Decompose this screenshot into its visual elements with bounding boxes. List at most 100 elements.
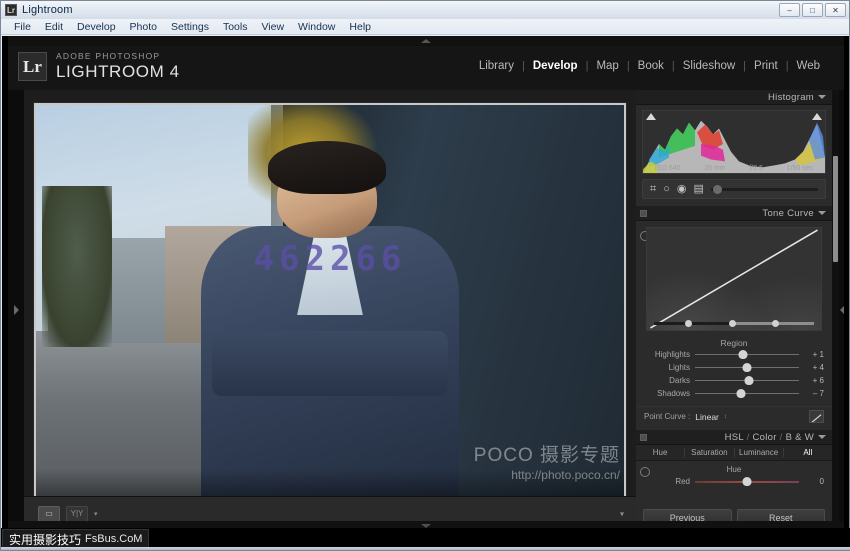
hsl-tab-hue[interactable]: Hue: [636, 448, 684, 457]
histogram-curve: [643, 111, 825, 173]
slider-track[interactable]: [695, 393, 799, 394]
slider-label: Lights: [644, 363, 690, 372]
slider-lights[interactable]: Lights + 4: [636, 361, 832, 374]
histogram-graph[interactable]: ISO 640 35 mm f/2.5 1/50 sec: [642, 110, 826, 174]
module-slideshow[interactable]: Slideshow: [675, 60, 743, 72]
scrollbar-thumb[interactable]: [833, 156, 838, 262]
menu-settings[interactable]: Settings: [164, 19, 216, 35]
module-develop[interactable]: Develop: [525, 60, 586, 72]
slider-shadows[interactable]: Shadows – 7: [636, 387, 832, 400]
splitter-highlights[interactable]: [772, 320, 779, 327]
module-print[interactable]: Print: [746, 60, 786, 72]
slider-knob[interactable]: [738, 350, 747, 359]
screen: Lr Lightroom – □ ✕ File Edit Develop Pho…: [0, 0, 850, 551]
module-web[interactable]: Web: [789, 60, 828, 72]
shadow-clipping-icon[interactable]: [646, 113, 656, 120]
hsl-tab-saturation[interactable]: Saturation: [684, 448, 733, 457]
point-curve-value[interactable]: Linear: [695, 412, 719, 422]
menu-tools[interactable]: Tools: [216, 19, 255, 35]
splitter-shadows[interactable]: [685, 320, 692, 327]
chevron-down-icon[interactable]: [818, 95, 826, 99]
window-title: Lightroom: [22, 4, 73, 16]
edit-point-curve-icon[interactable]: [809, 410, 824, 423]
splitter-midtones[interactable]: [729, 320, 736, 327]
module-book[interactable]: Book: [630, 60, 672, 72]
point-curve-dropdown-icon[interactable]: ↕: [724, 414, 727, 420]
crop-overlay-icon[interactable]: ⌗: [650, 184, 656, 195]
slider-track[interactable]: [695, 367, 799, 368]
toolbar-overflow-icon[interactable]: ▾: [620, 509, 624, 518]
chevron-down-icon[interactable]: [818, 211, 826, 215]
slider-value: – 7: [804, 389, 824, 398]
histogram-panel-header[interactable]: Histogram: [636, 90, 832, 105]
panel-switch-icon[interactable]: [640, 210, 647, 217]
menu-develop[interactable]: Develop: [70, 19, 123, 35]
top-panel-collapse[interactable]: [8, 36, 844, 46]
menu-view[interactable]: View: [254, 19, 291, 35]
panel-switch-icon[interactable]: [640, 434, 647, 441]
exif-iso: ISO 640: [655, 165, 681, 172]
slider-track[interactable]: [695, 354, 799, 355]
graduated-filter-icon[interactable]: ▤: [693, 184, 703, 195]
menu-window[interactable]: Window: [291, 19, 342, 35]
taskbar-item-label-en: FsBus.CoM: [85, 533, 142, 545]
hsl-panel-title: HSL / Color / B & W: [725, 432, 814, 443]
slider-knob[interactable]: [745, 376, 754, 385]
close-button[interactable]: ✕: [825, 3, 846, 17]
red-eye-icon[interactable]: ◉: [677, 184, 687, 195]
menu-edit[interactable]: Edit: [38, 19, 70, 35]
photo-frame: 462266 POCO 摄影专题 http://photo.poco.cn/: [34, 103, 626, 511]
menu-help[interactable]: Help: [342, 19, 378, 35]
module-library[interactable]: Library: [471, 60, 522, 72]
compare-view-icon[interactable]: Y|Y: [66, 506, 88, 522]
slider-highlights[interactable]: Highlights + 1: [636, 348, 832, 361]
hsl-body: Hue Red 0: [636, 461, 832, 488]
menu-file[interactable]: File: [7, 19, 38, 35]
slider-knob[interactable]: [743, 477, 752, 486]
slider-track[interactable]: [695, 481, 799, 483]
tool-size-slider[interactable]: [711, 188, 818, 191]
menu-photo[interactable]: Photo: [123, 19, 164, 35]
lightroom-badge-icon: Lr: [18, 52, 47, 81]
tone-curve-panel-header[interactable]: Tone Curve: [636, 206, 832, 221]
tone-curve-graph[interactable]: [646, 227, 822, 331]
highlight-clipping-icon[interactable]: [812, 113, 822, 120]
hsl-label[interactable]: HSL: [725, 432, 744, 443]
point-curve-row[interactable]: Point Curve : Linear ↕: [636, 406, 832, 426]
chevron-down-icon[interactable]: [818, 435, 826, 439]
image-canvas[interactable]: 462266 POCO 摄影专题 http://photo.poco.cn/: [24, 90, 636, 530]
maximize-button[interactable]: □: [802, 3, 823, 17]
bw-label[interactable]: B & W: [786, 432, 814, 443]
slider-darks[interactable]: Darks + 6: [636, 374, 832, 387]
module-map[interactable]: Map: [588, 60, 626, 72]
right-panel-collapse[interactable]: [839, 90, 844, 530]
lightroom-frame: Lr ADOBE PHOTOSHOP LIGHTROOM 4 Library |…: [8, 36, 844, 530]
hsl-panel-header[interactable]: HSL / Color / B & W: [636, 430, 832, 445]
hsl-tab-luminance[interactable]: Luminance: [734, 448, 783, 457]
hsl-slider-red[interactable]: Red 0: [636, 475, 832, 488]
point-curve-label: Point Curve :: [644, 412, 690, 421]
chevron-down-icon: [421, 524, 431, 528]
exif-shutter-speed: 1/50 sec: [787, 165, 813, 172]
slider-knob[interactable]: [736, 389, 745, 398]
target-adjustment-icon[interactable]: [640, 467, 650, 477]
taskbar-item[interactable]: 实用摄影技巧 FsBus.CoM: [2, 529, 149, 549]
identity-plate-bar: Lr ADOBE PHOTOSHOP LIGHTROOM 4 Library |…: [8, 46, 844, 90]
slider-track[interactable]: [695, 380, 799, 381]
tool-size-knob[interactable]: [713, 185, 722, 194]
spot-removal-icon[interactable]: ○: [663, 184, 670, 195]
color-label[interactable]: Color: [753, 432, 777, 443]
workspace: 462266 POCO 摄影专题 http://photo.poco.cn/ ▭…: [8, 90, 844, 530]
region-label: Region: [636, 338, 832, 348]
identity-plate: ADOBE PHOTOSHOP LIGHTROOM 4: [56, 51, 180, 82]
right-panel-scrollbar[interactable]: [832, 90, 839, 530]
left-panel-collapse[interactable]: [8, 90, 24, 530]
chevron-down-icon[interactable]: ▾: [94, 510, 98, 518]
slider-knob[interactable]: [743, 363, 752, 372]
module-picker: Library | Develop | Map | Book | Slidesh…: [471, 60, 828, 72]
hsl-tab-all[interactable]: All: [783, 448, 832, 457]
loupe-view-icon[interactable]: ▭: [38, 506, 60, 522]
photo-preview[interactable]: 462266 POCO 摄影专题 http://photo.poco.cn/: [36, 105, 624, 509]
separator: /: [747, 432, 750, 443]
minimize-button[interactable]: –: [779, 3, 800, 17]
